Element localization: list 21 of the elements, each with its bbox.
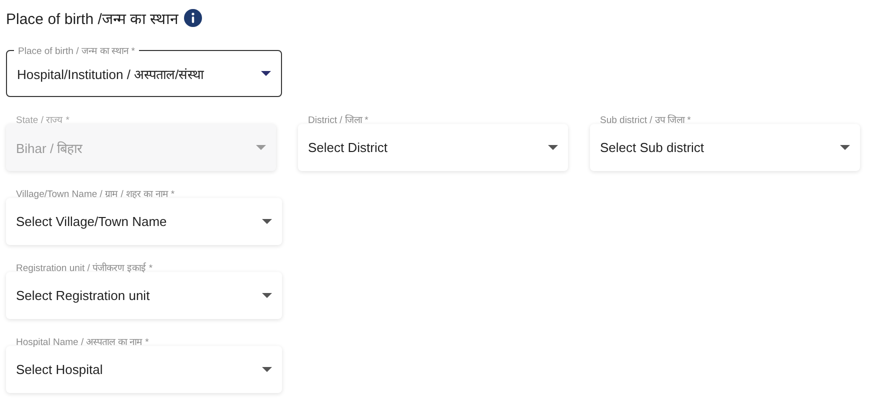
caret-icon: [256, 145, 266, 150]
field-label: State / राज्य *: [16, 114, 70, 126]
field-label: Place of birth / जन्म का स्थान *: [14, 44, 139, 57]
field-label: Village/Town Name / ग्राम / शहर का नाम *: [16, 188, 176, 200]
field-label: Registration unit / पंजीकरण इकाई *: [16, 262, 154, 274]
field-label: District / जिला *: [308, 114, 370, 126]
select-field[interactable]: Select Village/Town Name: [6, 198, 282, 245]
caret-icon: [262, 367, 272, 372]
info-icon[interactable]: [184, 9, 202, 27]
section-title: Place of birth /जन्म का स्थान: [6, 10, 178, 28]
select-field[interactable]: Select District: [298, 124, 568, 171]
caret-icon: [262, 219, 272, 224]
select-field[interactable]: Select Hospital: [6, 346, 282, 393]
select-field[interactable]: Select Sub district: [590, 124, 860, 171]
caret-icon: [840, 145, 850, 150]
select-field[interactable]: Select Registration unit: [6, 272, 282, 319]
field-label: Sub district / उप जिला *: [600, 114, 692, 126]
caret-icon: [262, 293, 272, 298]
field-label: Hospital Name / अस्पताल का नाम *: [16, 336, 150, 348]
caret-icon: [548, 145, 558, 150]
caret-icon: [261, 71, 271, 76]
